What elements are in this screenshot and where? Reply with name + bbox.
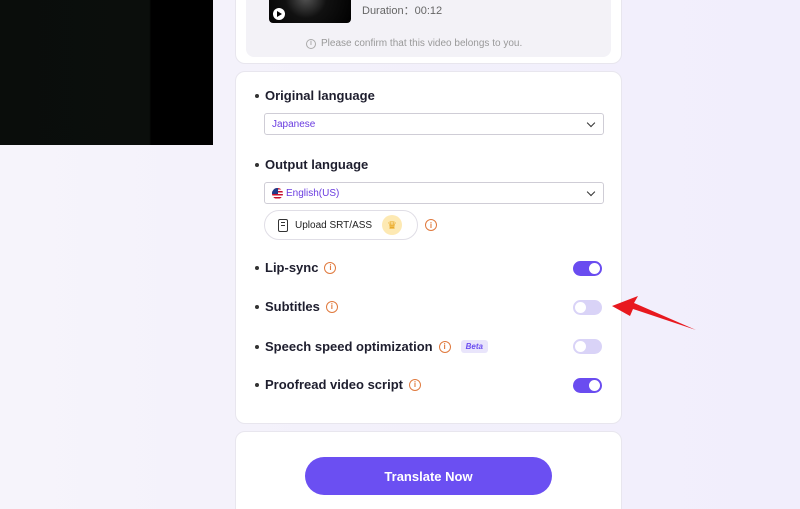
ownership-notice: i Please confirm that this video belongs… (306, 38, 522, 49)
bullet (255, 304, 259, 309)
info-icon[interactable]: i (408, 378, 421, 391)
us-flag-icon (272, 187, 283, 199)
play-icon[interactable] (273, 8, 285, 20)
speech-speed-row: Speech speed optimization i Beta (255, 339, 488, 354)
speech-speed-label: Speech speed optimization (265, 339, 433, 354)
output-language-label: Output language (265, 157, 369, 172)
bullet (255, 265, 259, 270)
info-icon[interactable]: i (325, 300, 338, 313)
output-language-select[interactable]: English(US) (264, 182, 604, 204)
original-language-select[interactable]: Japanese (264, 113, 604, 135)
speech-speed-toggle[interactable] (573, 339, 602, 354)
info-icon[interactable]: i (324, 261, 337, 274)
video-preview (0, 0, 213, 145)
lip-sync-toggle[interactable] (573, 261, 602, 276)
info-icon[interactable]: i (438, 340, 451, 353)
original-language-heading: Original language (255, 88, 375, 103)
bullet (255, 93, 259, 98)
original-language-label: Original language (265, 88, 375, 103)
subtitles-label: Subtitles (265, 299, 320, 314)
output-language-value: English(US) (286, 187, 340, 199)
subtitles-row: Subtitles i (255, 299, 338, 314)
upload-srt-button[interactable]: Upload SRT/ASS ♛ (264, 210, 418, 240)
chevron-down-icon (586, 187, 596, 197)
chevron-down-icon (586, 118, 596, 128)
lip-sync-row: Lip-sync i (255, 260, 337, 275)
video-info-card: Duration：00:12 i Please confirm that thi… (235, 0, 622, 64)
upload-srt-label: Upload SRT/ASS (295, 219, 373, 231)
bullet (255, 382, 259, 387)
lip-sync-label: Lip-sync (265, 260, 319, 275)
translate-now-button[interactable]: Translate Now (305, 457, 552, 495)
bullet (255, 344, 259, 349)
proofread-row: Proofread video script i (255, 377, 421, 392)
beta-badge: Beta (460, 340, 488, 353)
red-arrow-icon (612, 296, 696, 330)
translation-settings-card: Original language Japanese Output langua… (235, 71, 622, 424)
crown-icon: ♛ (382, 215, 403, 235)
bullet (255, 162, 259, 167)
original-language-value: Japanese (272, 118, 316, 130)
document-icon (278, 218, 288, 232)
proofread-label: Proofread video script (265, 377, 403, 392)
video-duration: Duration：00:12 (362, 5, 443, 17)
video-thumbnail[interactable] (269, 0, 351, 23)
video-info-panel: Duration：00:12 i Please confirm that thi… (246, 0, 611, 57)
info-icon[interactable]: i (425, 219, 437, 231)
output-language-heading: Output language (255, 157, 368, 172)
ownership-notice-text: Please confirm that this video belongs t… (321, 38, 523, 49)
proofread-toggle[interactable] (573, 378, 602, 393)
subtitles-toggle[interactable] (573, 300, 602, 315)
action-card: Translate Now (235, 431, 622, 509)
info-icon: i (306, 38, 316, 49)
